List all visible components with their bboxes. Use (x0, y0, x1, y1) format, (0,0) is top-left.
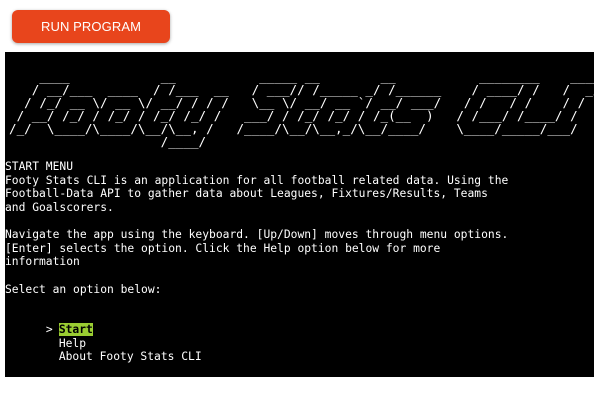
menu-item-label: About Footy Stats CLI (58, 350, 202, 363)
menu-item-help[interactable]: Help (5, 323, 86, 350)
menu-item-about[interactable]: About Footy Stats CLI (5, 337, 202, 363)
nav-instruction-line: information (5, 255, 80, 268)
select-prompt: Select an option below: (5, 283, 162, 296)
terminal-window[interactable]: ____ __ _____ __ __ ________ ____ / __/_… (5, 52, 594, 377)
nav-instruction-line: Navigate the app using the keyboard. [Up… (5, 228, 509, 241)
nav-instruction-line: [Enter] selects the option. Click the He… (5, 241, 441, 255)
intro-line: Footy Stats CLI is an application for al… (5, 173, 509, 187)
ascii-banner: ____ __ _____ __ __ ________ ____ / __/_… (9, 69, 594, 149)
intro-line: and Goalscorers. (5, 200, 114, 214)
intro-line: Football-Data API to gather data about L… (5, 187, 488, 200)
run-program-button[interactable]: RUN PROGRAM (12, 10, 170, 43)
menu-item-start[interactable]: > Start (5, 310, 93, 336)
start-menu-heading: START MENU (5, 160, 74, 173)
page: RUN PROGRAM ____ __ _____ __ __ ________… (0, 0, 600, 407)
